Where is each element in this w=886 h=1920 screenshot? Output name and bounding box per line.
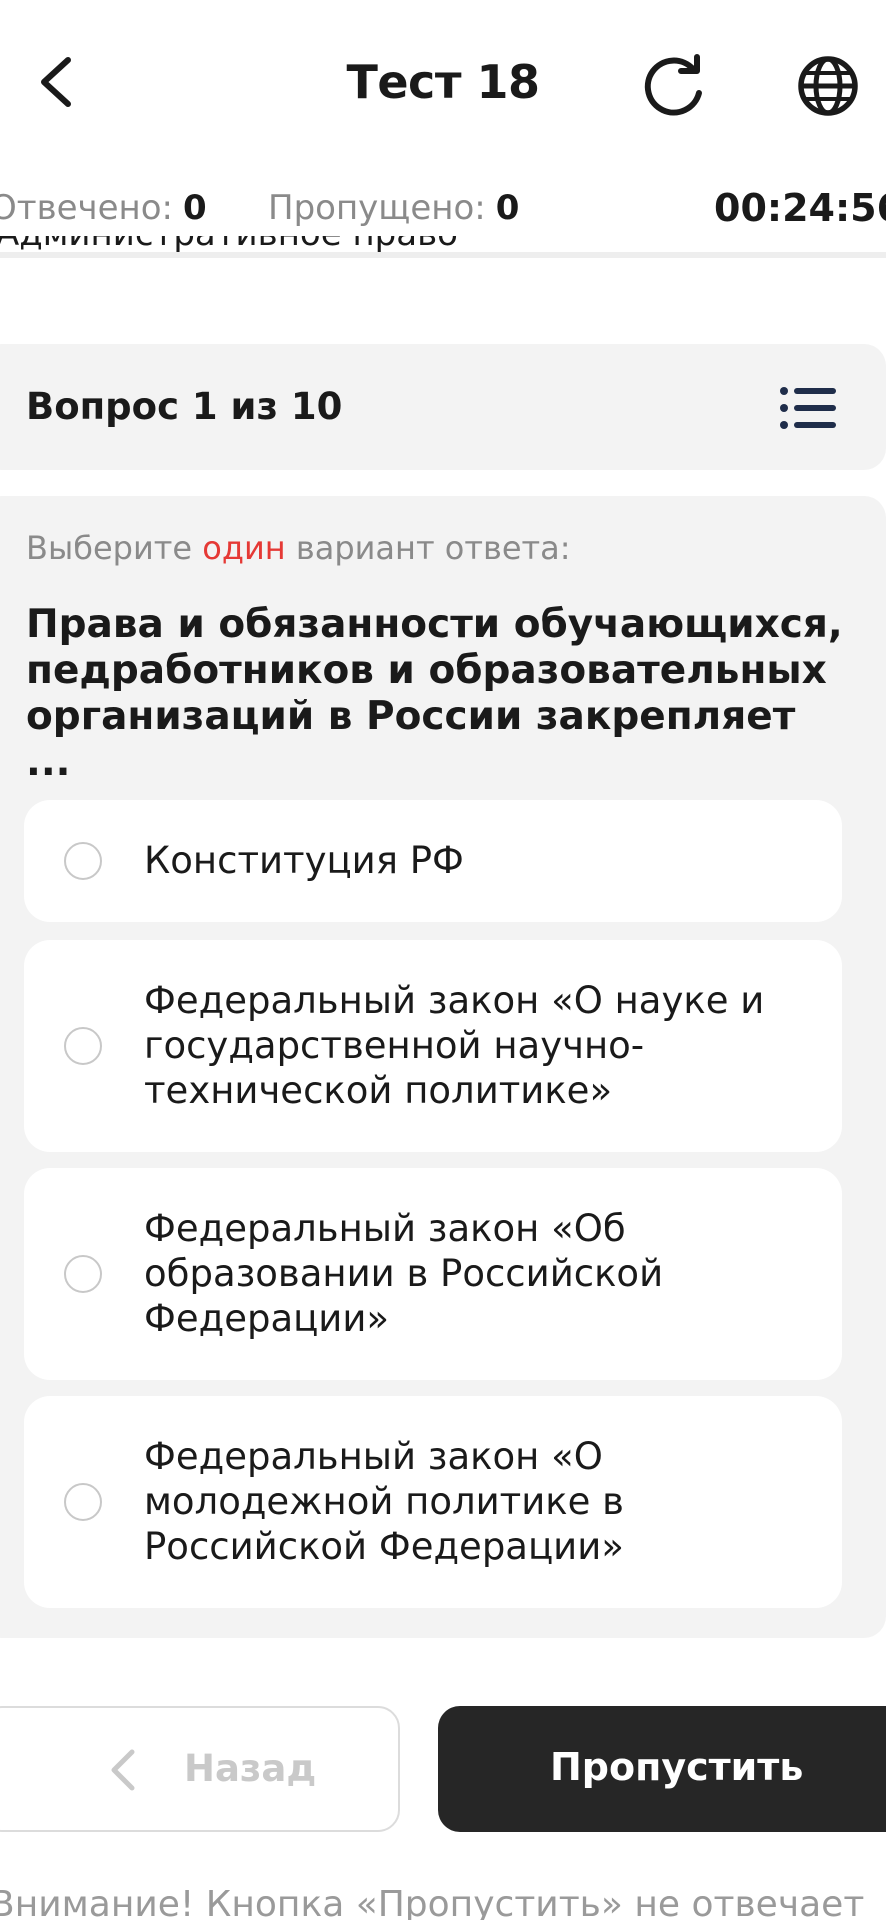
answer-option[interactable]: Федеральный закон «Об образовании в Росс…	[24, 1168, 842, 1380]
question-text: Права и обязанности обучающихся, педрабо…	[26, 602, 843, 785]
refresh-button[interactable]	[636, 48, 712, 124]
skip-button[interactable]: Пропустить	[438, 1706, 886, 1832]
question-header-card: Вопрос 1 из 10	[0, 344, 886, 470]
chevron-left-icon	[111, 1749, 135, 1791]
prev-question-button[interactable]: Назад	[0, 1706, 400, 1832]
radio-button[interactable]	[64, 1255, 102, 1293]
option-label: Федеральный закон «О молодежной политике…	[144, 1435, 624, 1568]
skipped-value: 0	[495, 188, 520, 228]
skip-button-label: Пропустить	[550, 1745, 804, 1789]
option-label: Федеральный закон «О науке и государстве…	[144, 979, 765, 1112]
answer-instruction: Выберите один вариант ответа:	[26, 526, 571, 570]
question-card: Выберите один вариант ответа: Права и об…	[0, 496, 886, 1638]
answered-value: 0	[183, 188, 207, 228]
radio-button[interactable]	[64, 1027, 102, 1065]
question-counter: Вопрос 1 из 10	[26, 385, 343, 428]
header-divider	[0, 252, 886, 258]
language-button[interactable]	[790, 48, 866, 124]
question-list-button[interactable]	[778, 380, 838, 436]
answer-option[interactable]: Конституция РФ	[24, 800, 842, 922]
list-icon	[780, 387, 836, 429]
stats-bar: Отвечено: 0 Пропущено: 0 00:24:56	[0, 178, 886, 238]
refresh-icon	[644, 54, 702, 116]
prev-button-label: Назад	[184, 1747, 317, 1790]
option-label: Федеральный закон «Об образовании в Росс…	[144, 1207, 664, 1340]
answer-option[interactable]: Федеральный закон «О молодежной политике…	[24, 1396, 842, 1608]
skip-warning: Внимание! Кнопка «Пропустить» не отвечае…	[0, 1884, 865, 1920]
answered-label: Отвечено:	[0, 188, 174, 228]
radio-button[interactable]	[64, 1483, 102, 1521]
skipped-counter: Пропущено: 0	[268, 178, 519, 238]
page-title: Тест 18	[346, 55, 540, 109]
instruction-accent: один	[202, 529, 286, 567]
answer-option[interactable]: Федеральный закон «О науке и государстве…	[24, 940, 842, 1152]
radio-button[interactable]	[64, 842, 102, 880]
timer: 00:24:56	[714, 186, 886, 230]
quiz-screen: Тест 18 Отвечено: 0 Пропущено: 0 00:24:56	[0, 0, 886, 1920]
instruction-prefix: Выберите	[26, 529, 193, 567]
instruction-suffix: вариант ответа:	[295, 529, 571, 567]
globe-icon	[798, 56, 858, 116]
skipped-label: Пропущено:	[268, 188, 486, 228]
app-header: Тест 18	[0, 0, 886, 170]
option-label: Конституция РФ	[144, 839, 464, 882]
answered-counter: Отвечено: 0	[0, 178, 207, 238]
